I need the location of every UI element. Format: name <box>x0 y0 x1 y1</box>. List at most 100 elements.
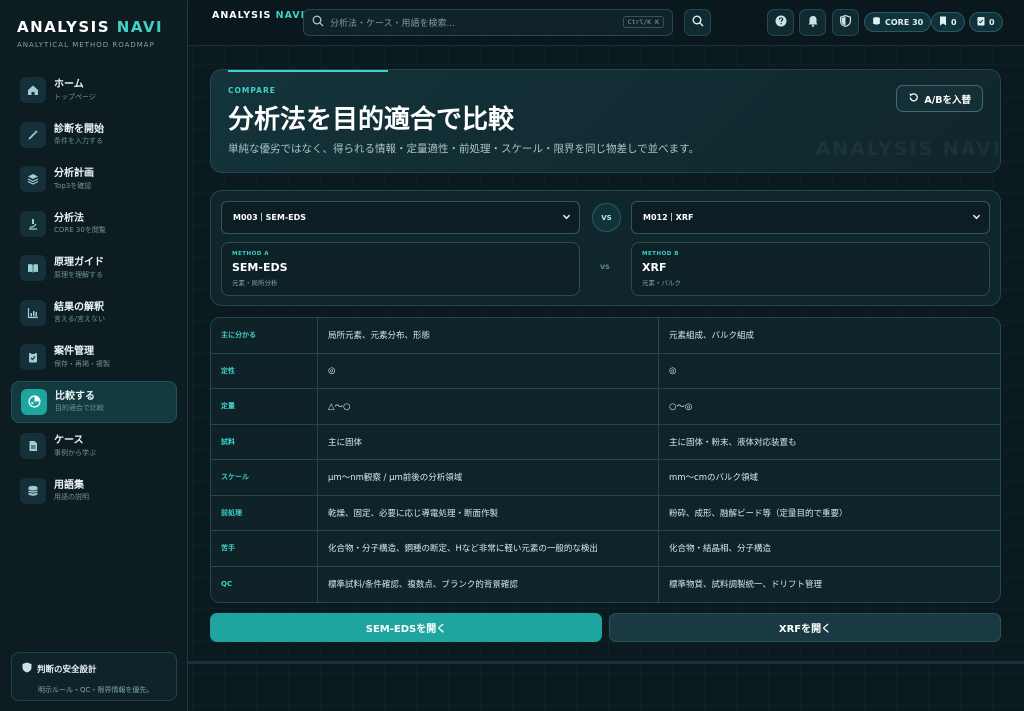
sidebar-item-methods[interactable]: 分析法 CORE 30を閲覧 <box>11 203 177 245</box>
method-b-cell: 標準物質、試料調製統一、ドリフト管理 <box>669 580 823 591</box>
row-header: 苦手 <box>211 531 318 567</box>
clipboard-icon <box>977 16 985 28</box>
sidebar-item-sub: トップページ <box>54 92 96 101</box>
vs-label: VS <box>600 263 610 271</box>
method-b-cell: mm〜cmのバルク領域 <box>659 460 1000 496</box>
book-icon <box>20 255 46 281</box>
sidebar-item-sub: 事例から学ぶ <box>54 448 96 457</box>
sidebar-item-sub: Top3を確認 <box>54 181 92 190</box>
compare-hero: COMPARE 分析法を目的適合で比較 単純な優劣ではなく、得られる情報・定量適… <box>210 69 1001 173</box>
safety-design-card: 判断の安全設計 明示ルール・QC・限界情報を優先。 <box>11 652 177 701</box>
bar-chart-icon <box>20 299 46 326</box>
sidebar-item-label: 結果の解釈 <box>54 301 104 313</box>
method-b-cell: 化合物・結晶相、分子構造 <box>659 531 1000 567</box>
row-header: 前処理 <box>211 495 318 531</box>
sidebar-nav: ホーム トップページ 診断を開始 条件を入力する 分析計画 Top3を確認 分析法 CO… <box>11 69 177 514</box>
search-shortcut: Ctrl/K K <box>622 16 664 28</box>
sidebar-item-label: 分析計画 <box>54 168 94 180</box>
sidebar-item-glossary[interactable]: 用語集 用語の説明 <box>11 470 177 512</box>
row-header: 試料 <box>211 424 318 460</box>
bookmark-icon <box>939 16 947 28</box>
brand-main: ANALYSIS <box>17 18 117 36</box>
sidebar-item-sub: 用語の説明 <box>54 493 89 502</box>
core-count-pill[interactable]: CORE 30 <box>864 12 932 32</box>
page-title: 分析法を目的適合で比較 <box>228 105 515 135</box>
search-placeholder: 分析法・ケース・用語を検索... <box>330 19 456 29</box>
sidebar-item-projects[interactable]: 案件管理 保存・再掲・複製 <box>11 336 177 378</box>
brand[interactable]: ANALYSIS NAVI ANALYTICAL METHOD ROADMAP <box>17 18 163 49</box>
bell-icon <box>807 15 819 30</box>
hero-watermark: ANALYSIS NAVI <box>815 138 1001 160</box>
chevron-down-icon <box>972 212 981 224</box>
topbar: ANALYSIS NAVI 分析法・ケース・用語を検索... Ctrl/K K … <box>188 0 1024 46</box>
row-header: 主に分かる <box>211 318 318 354</box>
comparison-table: 主に分かる 局所元素、元素分布、形態 元素組成、バルク組成 定性 ◎ ◎ 定量 △〜○ ○〜… <box>210 317 1001 603</box>
help-icon <box>775 15 787 30</box>
page-description: 単純な優劣ではなく、得られる情報・定量適性・前処理・スケール・限界を同じ物差しで… <box>228 143 700 155</box>
table-row: 定量 △〜○ ○〜◎ <box>211 389 1000 425</box>
method-a-eyebrow: METHOD A <box>232 251 269 257</box>
sidebar-item-sub: 言える/言えない <box>54 315 106 324</box>
database-icon <box>872 16 881 28</box>
vs-badge: VS <box>592 203 621 232</box>
microscope-icon <box>20 210 46 237</box>
open-method-a-button[interactable]: SEM-EDSを開く <box>210 613 602 642</box>
sidebar-item-diagnose[interactable]: 診断を開始 条件を入力する <box>11 114 177 156</box>
table-row: 主に分かる 局所元素、元素分布、形態 元素組成、バルク組成 <box>211 318 1000 354</box>
search-input[interactable]: 分析法・ケース・用語を検索... Ctrl/K K <box>303 9 673 36</box>
core-count-label: CORE 30 <box>885 17 924 27</box>
sidebar-item-label: 分析法 <box>54 212 84 224</box>
method-a-tags: 元素・局所分析 <box>232 279 278 287</box>
layers-icon <box>20 166 46 192</box>
sidebar-item-sub: 目的適合で比較 <box>55 404 104 413</box>
table-row: 定性 ◎ ◎ <box>211 353 1000 389</box>
sidebar-item-cases[interactable]: ケース 事例から学ぶ <box>11 425 177 467</box>
sidebar-item-guide[interactable]: 原理ガイド 原理を理解する <box>11 247 177 289</box>
method-b-select-value: M012｜XRF <box>643 213 694 222</box>
saved-pill[interactable]: 0 <box>969 12 1003 32</box>
method-a-cell: 標準試料/条件確認、複数点、ブランク的背景確認 <box>318 566 659 602</box>
hero-eyebrow: COMPARE <box>228 86 276 95</box>
method-selector: M003｜SEM-EDS VS M012｜XRF METHOD A SEM-ED… <box>210 190 1001 306</box>
method-b-cell: 粉砕、成形、融解ビード等（定量目的で重要） <box>659 496 1000 531</box>
database-icon <box>20 477 46 504</box>
method-b-cell: ◎ <box>659 354 1000 389</box>
method-b-name: XRF <box>642 261 667 274</box>
hero-accent-line <box>228 70 388 72</box>
method-b-tags: 元素・バルク <box>642 279 681 287</box>
action-bar: SEM-EDSを開く XRFを開く <box>210 613 1001 642</box>
method-b-select[interactable]: M012｜XRF <box>631 201 990 234</box>
swap-icon <box>908 92 919 106</box>
search-button[interactable] <box>684 9 711 36</box>
topbar-brand[interactable]: ANALYSIS NAVI <box>212 10 305 21</box>
search-icon <box>692 15 704 30</box>
sidebar-item-plan[interactable]: 分析計画 Top3を確認 <box>11 158 177 200</box>
table-row: 前処理 乾燥、固定、必要に応じ導電処理・断面作製 粉砕、成形、融解ビード等（定量目的… <box>211 495 1000 531</box>
sidebar-item-sub: 保存・再掲・複製 <box>54 359 110 368</box>
notifications-button[interactable] <box>799 9 826 36</box>
method-a-cell: 化合物・分子構造、鋼種の断定、Hなど非常に軽い元素の一般的な検出 <box>318 531 659 567</box>
sidebar-item-label: 比較する <box>55 390 95 402</box>
chevron-down-icon <box>562 212 571 224</box>
bookmarks-pill[interactable]: 0 <box>931 12 965 32</box>
topbar-brand-main: ANALYSIS <box>212 10 276 21</box>
method-a-card[interactable]: METHOD A SEM-EDS 元素・局所分析 <box>221 242 580 296</box>
document-icon <box>20 433 46 459</box>
row-header: スケール <box>211 460 318 496</box>
method-b-eyebrow: METHOD B <box>642 251 679 257</box>
method-a-select[interactable]: M003｜SEM-EDS <box>221 201 580 234</box>
method-a-cell: 局所元素、元素分布、形態 <box>318 318 659 354</box>
swap-ab-button[interactable]: A/Bを入替 <box>896 85 983 112</box>
sidebar-item-label: 案件管理 <box>54 346 94 358</box>
method-b-cell: ○〜◎ <box>659 389 1000 425</box>
sidebar-item-label: 診断を開始 <box>54 123 104 135</box>
sidebar-item-compare[interactable]: 比較する目的適合で比較 <box>11 380 177 423</box>
security-button[interactable] <box>832 9 859 36</box>
table-row: 試料 主に固体 主に固体・粉末、液体対応装置も <box>211 424 1000 460</box>
open-method-b-button[interactable]: XRFを開く <box>609 613 1001 642</box>
sidebar-item-results[interactable]: 結果の解釈言える/言えない <box>11 292 177 334</box>
method-b-card[interactable]: METHOD B XRF 元素・バルク <box>631 242 990 296</box>
sidebar-item-home[interactable]: ホーム トップページ <box>11 69 177 111</box>
method-a-cell: 主に固体 <box>318 424 659 460</box>
help-button[interactable] <box>767 9 794 36</box>
